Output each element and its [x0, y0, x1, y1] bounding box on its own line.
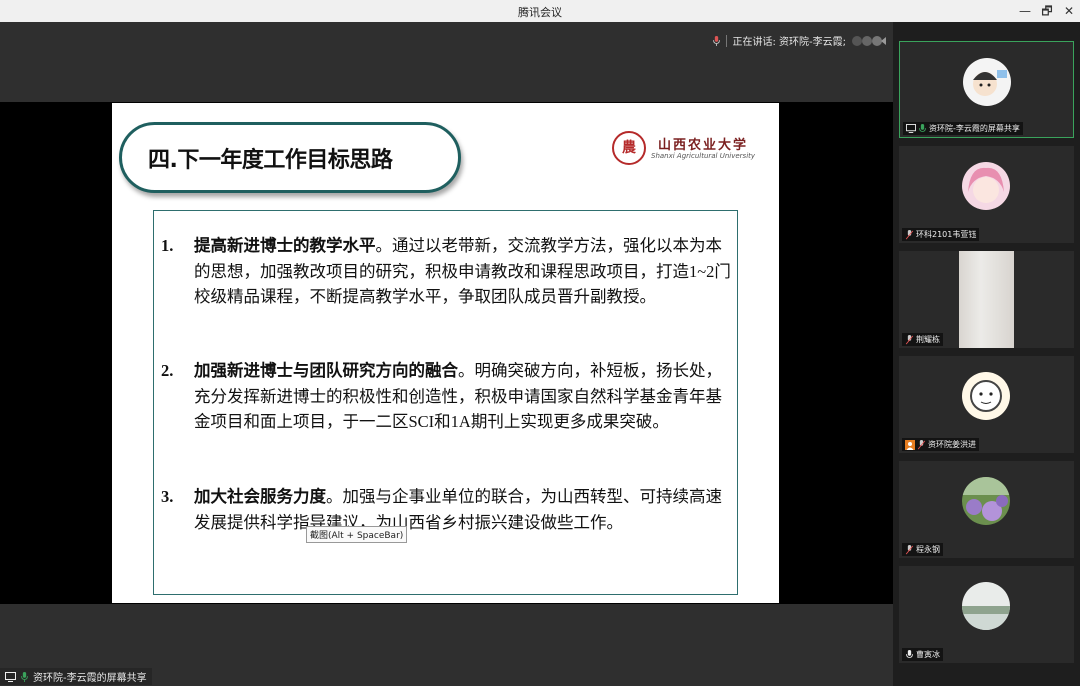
user-icon [905, 439, 915, 450]
item-number: 1. [161, 236, 174, 255]
participant-name: 曹寅冰 [916, 650, 940, 659]
minimize-button[interactable]: — [1014, 2, 1036, 20]
item-heading: 加大社会服务力度 [194, 487, 326, 506]
speaking-text: 正在讲话: 资环院-李云霞; [732, 37, 846, 48]
screen-share-area: 正在讲话: 资环院-李云霞; 四.下一年度工作目标思路 農 山西农业大学 Sha… [0, 22, 893, 686]
list-item: 1. 提高新进博士的教学水平。通过以老带新，交流教学方法，强化以本为本的思想，加… [161, 233, 736, 310]
slide-title: 四.下一年度工作目标思路 [148, 147, 393, 173]
participant-name: 环科2101韦萱钰 [916, 230, 977, 239]
mic-muted-icon [905, 334, 914, 344]
mic-icon [713, 35, 721, 46]
landscape-avatar-icon [962, 582, 1010, 630]
item-number: 3. [161, 487, 174, 506]
video-feed [959, 251, 1014, 348]
screen-share-icon [906, 124, 916, 133]
logo-en: Shanxi Agricultural University [651, 152, 756, 160]
share-label: 资环院-李云霞的屏幕共享 [0, 668, 152, 685]
mic-icon [919, 123, 926, 132]
window-title: 腾讯会议 [518, 6, 562, 19]
participant-label: 资环院-李云霞的屏幕共享 [903, 122, 1023, 135]
item-number: 2. [161, 361, 174, 380]
restore-button[interactable]: 🗗 [1036, 2, 1058, 20]
mic-icon [906, 649, 913, 658]
participant-name: 资环院-李云霞的屏幕共享 [929, 124, 1020, 133]
list-item: 3. 加大社会服务力度。加强与企事业单位的联合，为山西转型、可持续高速发展提供科… [161, 484, 736, 535]
mic-muted-icon [905, 544, 914, 554]
presentation-slide: 四.下一年度工作目标思路 農 山西农业大学 Shanxi Agricultura… [112, 103, 779, 603]
mic-muted-icon [917, 439, 926, 449]
divider [726, 34, 728, 47]
slide-title-pill: 四.下一年度工作目标思路 [119, 122, 461, 193]
participant-name: 资环院姜洪进 [928, 440, 976, 449]
close-button[interactable]: ✕ [1058, 2, 1080, 20]
participant-label: 环科2101韦萱钰 [902, 228, 980, 241]
participant-tile[interactable]: 荆耀栋 [899, 251, 1074, 348]
screen-share-icon [5, 671, 16, 682]
participant-label: 荆耀栋 [902, 333, 943, 346]
speaker-avatars-icon [852, 35, 886, 46]
mic-icon [21, 671, 28, 682]
participant-tile[interactable]: 程永钢 [899, 461, 1074, 558]
share-label-text: 资环院-李云霞的屏幕共享 [33, 673, 147, 684]
item-heading: 加强新进博士与团队研究方向的融合 [194, 361, 458, 380]
speaking-indicator: 正在讲话: 资环院-李云霞; [712, 33, 887, 48]
cartoon-face-avatar-icon [962, 372, 1010, 420]
seal-icon: 農 [612, 131, 646, 165]
participant-sidebar: 资环院-李云霞的屏幕共享 环科2101韦萱钰 荆耀栋 资环院姜洪进 程永钢 曹寅… [893, 22, 1080, 686]
participant-name: 荆耀栋 [916, 335, 940, 344]
university-logo: 農 山西农业大学 Shanxi Agricultural University [612, 131, 762, 167]
mic-muted-icon [905, 229, 914, 239]
participant-tile[interactable]: 环科2101韦萱钰 [899, 146, 1074, 243]
participant-label: 程永钢 [902, 543, 943, 556]
list-item: 2. 加强新进博士与团队研究方向的融合。明确突破方向，补短板，扬长处，充分发挥新… [161, 358, 736, 435]
screenshot-tooltip: 截图(Alt + SpaceBar) [306, 526, 408, 543]
anime-girl-avatar-icon [962, 162, 1010, 210]
participant-name: 程永钢 [916, 545, 940, 554]
logo-cn: 山西农业大学 [658, 138, 749, 153]
participant-tile[interactable]: 曹寅冰 [899, 566, 1074, 663]
window-titlebar: 腾讯会议 — 🗗 ✕ [0, 0, 1080, 22]
cartoon-boy-avatar-icon [963, 58, 1011, 106]
flower-field-avatar-icon [962, 477, 1010, 525]
participant-label: 资环院姜洪进 [902, 438, 979, 451]
participant-tile[interactable]: 资环院姜洪进 [899, 356, 1074, 453]
item-heading: 提高新进博士的教学水平 [194, 236, 376, 255]
content-box: 1. 提高新进博士的教学水平。通过以老带新，交流教学方法，强化以本为本的思想，加… [153, 210, 738, 595]
participant-label: 曹寅冰 [902, 648, 943, 661]
participant-tile[interactable]: 资环院-李云霞的屏幕共享 [899, 41, 1074, 138]
